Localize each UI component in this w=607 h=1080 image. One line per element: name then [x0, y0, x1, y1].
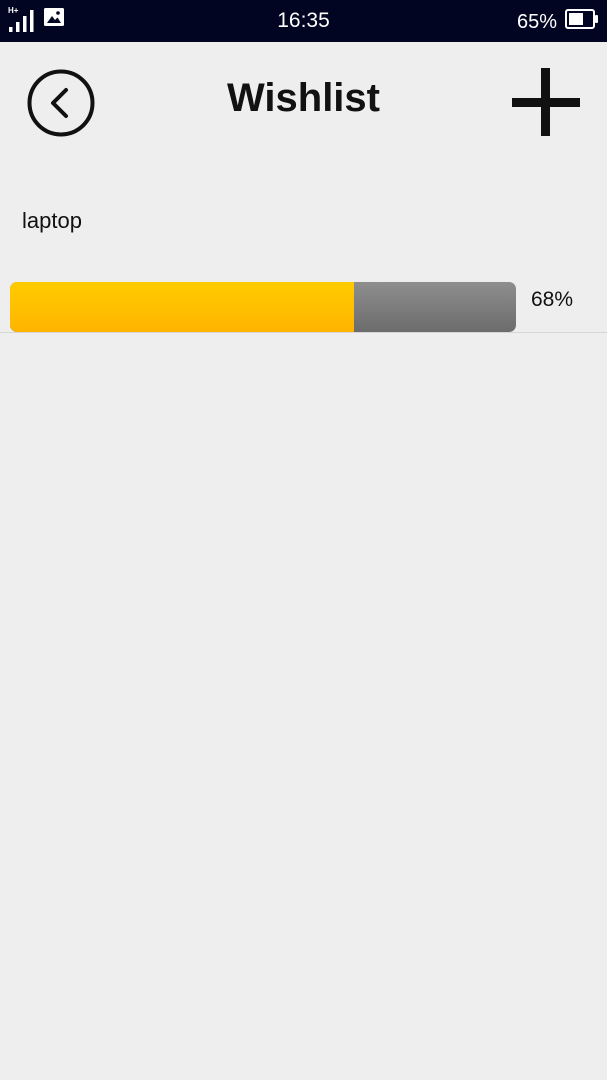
- status-right-icons: 65%: [517, 9, 599, 34]
- add-item-button[interactable]: [510, 68, 582, 140]
- savings-progress-label: 68%: [531, 288, 574, 311]
- battery-icon: [565, 9, 599, 34]
- status-bar: H+ 16:35 65%: [0, 0, 607, 42]
- app-header: Wishlist: [0, 42, 607, 157]
- status-time: 16:35: [277, 9, 330, 32]
- wishlist-item-name: laptop: [22, 208, 82, 233]
- wishlist-item[interactable]: laptop 68%: [0, 180, 607, 333]
- savings-progress-bar: [10, 282, 516, 332]
- battery-percentage: 65%: [516, 10, 557, 33]
- savings-progress-fill: [10, 282, 355, 332]
- plus-icon: [512, 68, 580, 136]
